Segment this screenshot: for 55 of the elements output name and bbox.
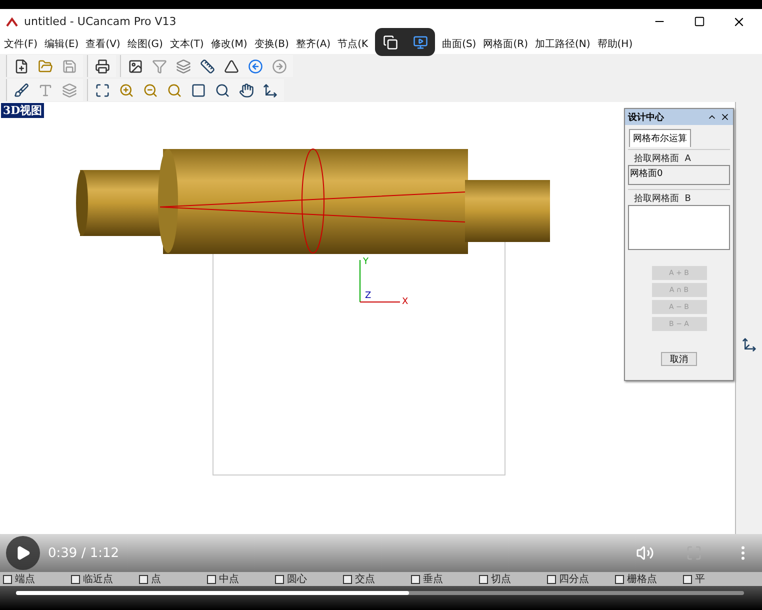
snap-checkbox[interactable] [547, 574, 556, 584]
snap-checkbox[interactable] [615, 574, 624, 584]
maximize-icon [694, 16, 704, 27]
snap-label: 中点 [219, 572, 239, 586]
snap-label: 平 [695, 573, 705, 586]
menu-item[interactable]: 文本(T) [170, 37, 204, 51]
snap-label: 点 [151, 572, 161, 586]
menu-item[interactable]: 节点(K [338, 37, 368, 51]
menu-item[interactable]: 曲面(S) [442, 37, 476, 51]
video-time: 0:39 / 1:12 [48, 546, 120, 560]
volume-icon[interactable] [636, 544, 654, 562]
snap-checkbox[interactable] [207, 574, 216, 584]
snap-checkbox[interactable] [3, 574, 12, 584]
snap-checkbox[interactable] [343, 574, 352, 584]
snap-checkbox[interactable] [683, 574, 692, 584]
snap-label: 切点 [491, 572, 511, 586]
panel-tab[interactable]: 网格布尔运算 [629, 129, 691, 147]
snap-label: 圆心 [287, 572, 307, 586]
play-button[interactable] [6, 536, 40, 570]
play-icon [15, 545, 31, 561]
axis-triad-drawing: Y X Z [355, 252, 410, 307]
snap-checkbox[interactable] [479, 574, 488, 584]
video-progress-track[interactable] [16, 591, 744, 595]
menu-item[interactable]: 帮助(H) [597, 37, 633, 51]
snap-checkbox[interactable] [139, 574, 148, 584]
snap-label: 垂点 [423, 572, 443, 586]
menu-item[interactable]: 查看(V) [86, 37, 120, 51]
close-icon[interactable] [720, 112, 730, 122]
menu-item[interactable]: 网格面(R) [483, 37, 528, 51]
snap-checkbox[interactable] [71, 574, 80, 584]
snap-checkbox[interactable] [411, 574, 420, 584]
snap-label: 四分点 [559, 572, 589, 586]
snap-label: 交点 [355, 572, 375, 586]
view-label: 3D视图 [1, 103, 44, 118]
menu-item[interactable]: 修改(M) [210, 37, 248, 51]
group-label: 拾取网格面 A [633, 152, 692, 165]
menu-item[interactable]: 编辑(E) [44, 37, 79, 51]
menu-item[interactable]: 整齐(A) [296, 37, 331, 51]
mesh-b-list[interactable] [628, 205, 730, 250]
app-logo-icon [6, 16, 18, 26]
picture-in-picture-icon[interactable] [382, 34, 398, 50]
snap-checkbox[interactable] [275, 574, 284, 584]
group-label: 拾取网格面 B [633, 192, 692, 205]
menu-item[interactable]: 绘图(G) [127, 37, 163, 51]
menu-item[interactable]: 加工路径(N) [534, 37, 590, 51]
panel-title: 设计中心 [628, 111, 664, 124]
snap-label: 栅格点 [627, 572, 657, 586]
snap-label: 临近点 [83, 572, 113, 586]
menu-item[interactable]: 文件(F) [4, 37, 38, 51]
mesh-a-field[interactable]: 网格面0 [628, 165, 730, 185]
snap-label: 端点 [15, 572, 35, 586]
menu-item[interactable]: 变换(B) [254, 37, 289, 51]
screen-play-icon[interactable] [412, 34, 428, 50]
window-title: untitled - UCancam Pro V13 [24, 15, 176, 28]
cancel-button[interactable]: 取消 [661, 352, 697, 366]
